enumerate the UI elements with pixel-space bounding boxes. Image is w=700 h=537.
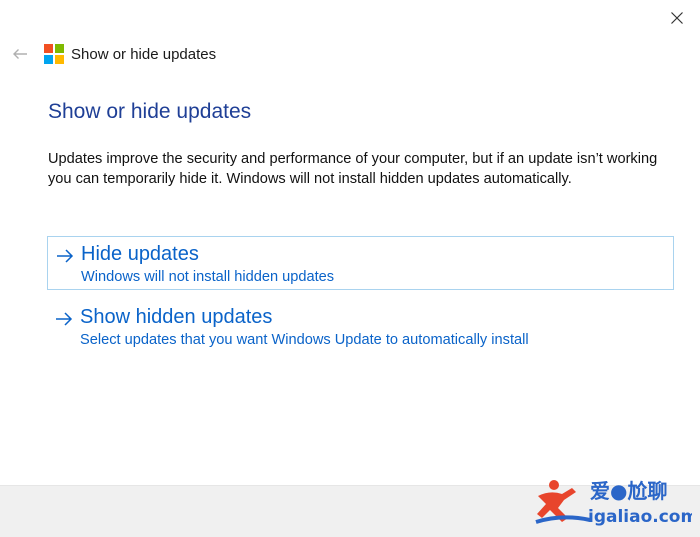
description-text: Updates improve the security and perform… [48,151,658,187]
windows-logo-icon [44,44,64,64]
title-bar: Show or hide updates [0,38,640,70]
page-title: Show or hide updates [48,100,252,123]
option-subtitle: Select updates that you want Windows Upd… [80,332,529,348]
window-title: Show or hide updates [71,45,217,63]
show-hidden-updates-option[interactable]: Show hidden updates Select updates that … [47,300,674,354]
close-icon [671,12,683,24]
footer-bar [0,485,700,537]
arrow-right-icon [57,249,74,263]
back-button[interactable] [5,39,35,69]
troubleshooter-window: Show or hide updates Show or hide update… [0,0,700,537]
hide-updates-option[interactable]: Hide updates Windows will not install hi… [47,236,674,290]
back-arrow-icon [13,49,27,59]
option-title: Hide updates [81,243,199,265]
option-subtitle: Windows will not install hidden updates [81,269,335,285]
arrow-right-icon [56,312,73,326]
close-button[interactable] [660,4,694,32]
option-title: Show hidden updates [80,306,273,328]
